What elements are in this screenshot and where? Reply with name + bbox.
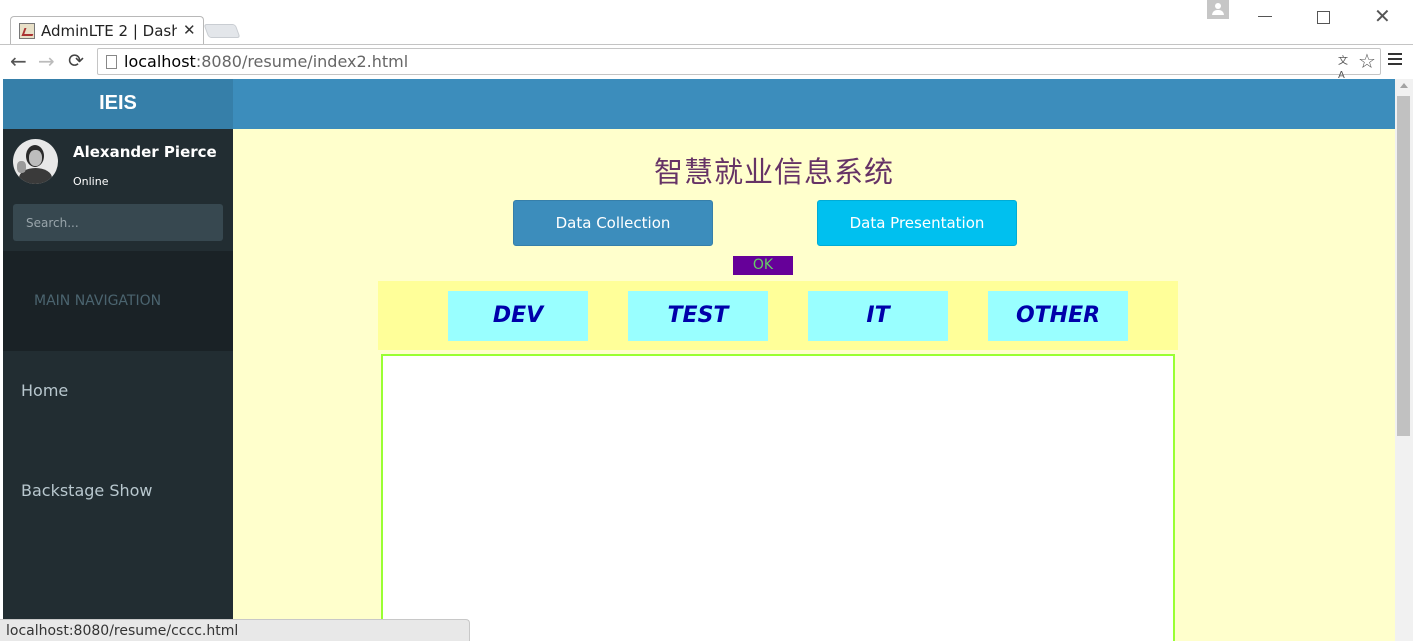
scroll-up-arrow-icon[interactable] [1400,83,1408,88]
category-strip: DEV TEST IT OTHER [378,281,1178,350]
category-it-button[interactable]: IT [808,291,948,341]
page-title: 智慧就业信息系统 [653,155,894,189]
close-tab-icon[interactable]: ✕ [183,21,196,39]
window-close-icon[interactable]: ✕ [1374,6,1391,26]
browser-toolbar: ← → ⟳ localhost:8080/resume/index2.html … [0,44,1413,81]
data-collection-button[interactable]: Data Collection [513,200,713,246]
category-test-button[interactable]: TEST [628,291,768,341]
page-viewport: IEIS Alexander Pierce Online MAIN NAVIGA… [3,79,1395,641]
maximize-icon[interactable] [1317,11,1330,24]
bookmark-star-icon[interactable]: ☆ [1358,49,1376,73]
sidebar-item-label: Backstage Show [21,481,153,500]
content-frame[interactable] [381,354,1175,641]
nav-header-label: MAIN NAVIGATION [34,293,162,309]
user-panel: Alexander Pierce Online [3,129,233,200]
data-presentation-button[interactable]: Data Presentation [817,200,1017,246]
main-content: 智慧就业信息系统 Data Collection Data Presentati… [233,129,1395,641]
avatar [13,139,58,184]
minimize-icon[interactable] [1258,16,1272,17]
top-navbar [233,79,1395,129]
status-bar: localhost:8080/resume/cccc.html [0,619,470,641]
vertical-scrollbar[interactable] [1395,79,1413,641]
sidebar-item-home[interactable]: Home [3,361,233,421]
logo-bar[interactable]: IEIS [3,79,233,129]
category-other-button[interactable]: OTHER [988,291,1128,341]
sidebar-item-label: Home [21,381,69,400]
profile-icon[interactable] [1207,0,1229,19]
reload-icon[interactable]: ⟳ [68,49,84,73]
ok-button[interactable]: OK [733,256,793,275]
user-status: Online [73,175,109,188]
new-tab-button[interactable] [203,24,241,38]
status-url: localhost:8080/resume/cccc.html [6,623,239,639]
tab-title: AdminLTE 2 | Dashboard [41,22,177,40]
browser-titlebar: AdminLTE 2 | Dashboard ✕ ✕ [0,0,1413,44]
favicon-icon [19,23,35,39]
search-input[interactable] [13,204,223,241]
browser-menu-icon[interactable] [1388,53,1402,67]
back-arrow-icon[interactable]: ← [10,49,27,73]
scroll-thumb[interactable] [1397,96,1410,436]
url-text[interactable]: localhost:8080/resume/index2.html [124,52,408,71]
nav-header: MAIN NAVIGATION [3,251,233,351]
translate-icon[interactable]: 文A [1338,55,1353,81]
forward-arrow-icon[interactable]: → [38,49,55,73]
app-logo[interactable]: IEIS [3,92,233,115]
address-bar[interactable]: localhost:8080/resume/index2.html 文A ☆ [97,48,1381,81]
sidebar-item-backstage-show[interactable]: Backstage Show [3,461,233,521]
browser-tab[interactable]: AdminLTE 2 | Dashboard ✕ [10,16,204,44]
category-dev-button[interactable]: DEV [448,291,588,341]
sidebar: Alexander Pierce Online MAIN NAVIGATION … [3,129,233,641]
sidebar-search [3,200,233,251]
user-name: Alexander Pierce [73,143,217,161]
page-icon [106,55,117,69]
